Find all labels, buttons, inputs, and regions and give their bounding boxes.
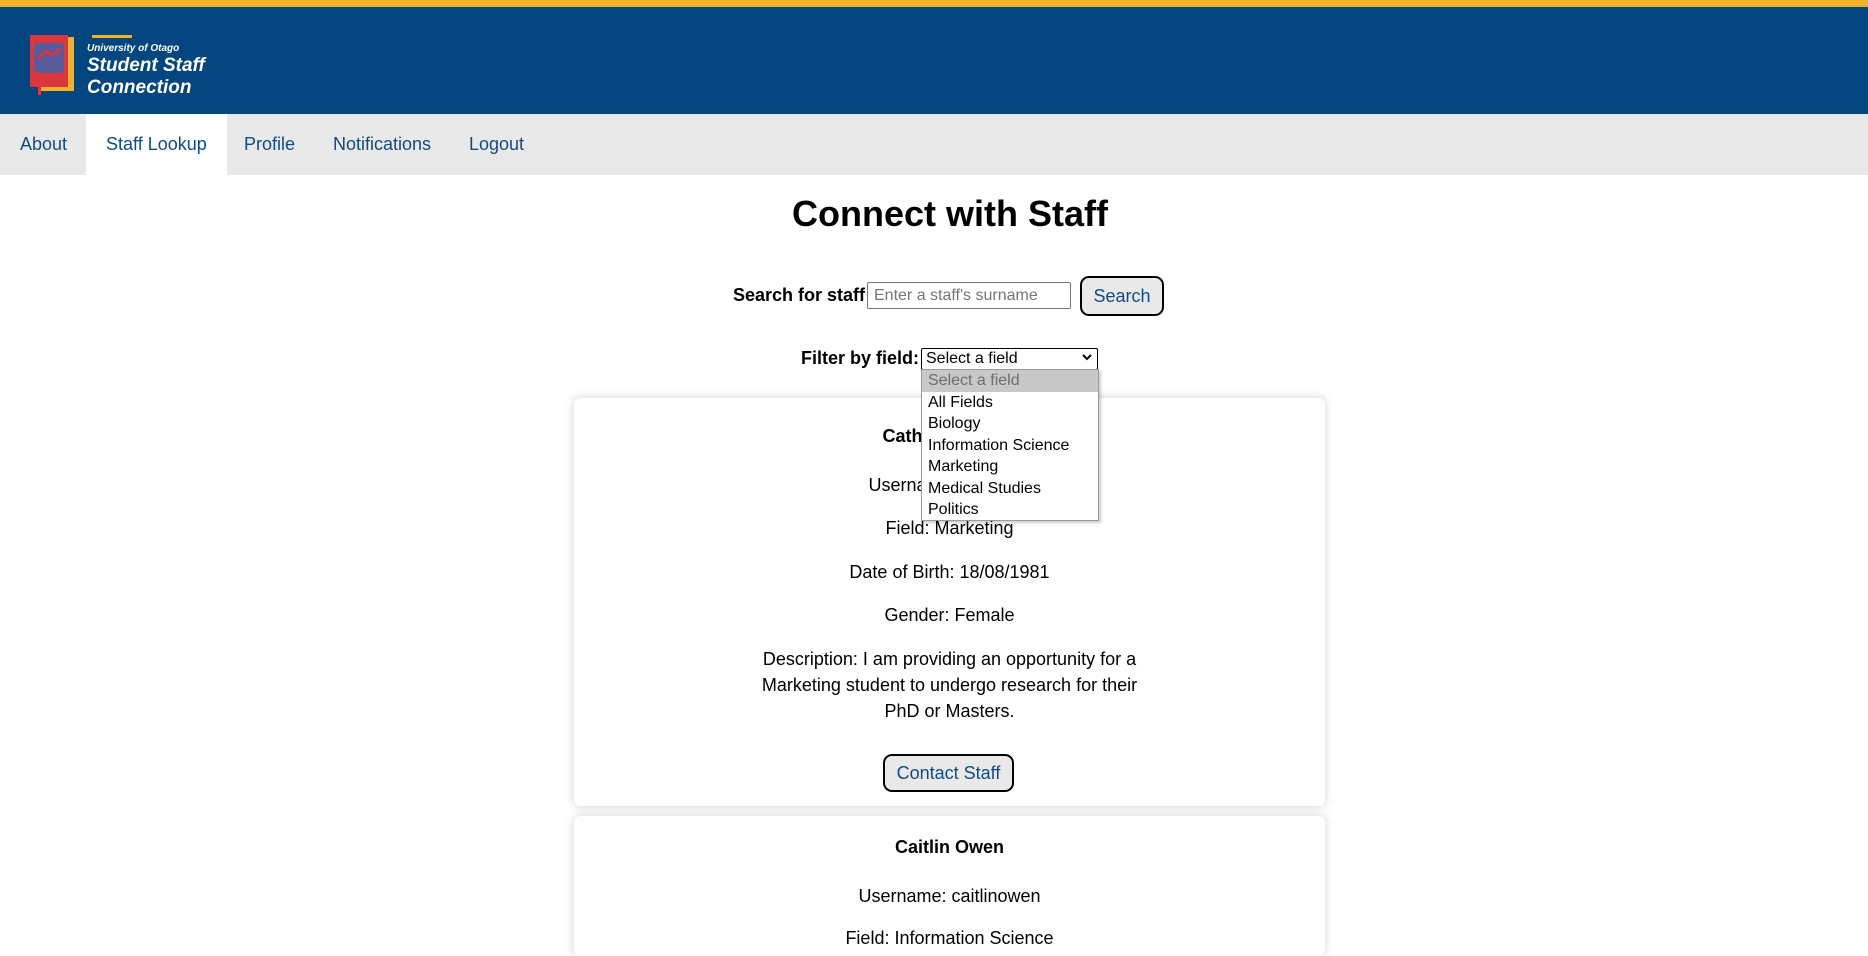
staff-username: Username: caitlinowen <box>858 886 1041 906</box>
logo-accent-bar <box>92 35 132 38</box>
site-header: University of Otago Student Staff Connec… <box>0 7 1868 114</box>
search-button[interactable]: Search <box>1080 276 1164 316</box>
nav-item-notifications[interactable]: Notifications <box>313 114 451 175</box>
staff-card: Caitlin Owen Username: caitlinowen Field… <box>574 816 1325 956</box>
field-filter-select[interactable]: Select a field <box>921 348 1098 370</box>
dropdown-option[interactable]: Select a field <box>922 370 1098 392</box>
app-name: Student Staff Connection <box>87 55 205 99</box>
staff-dob: Date of Birth: 18/08/1981 <box>849 562 1050 582</box>
staff-field: Field: Information Science <box>845 928 1054 948</box>
staff-field: Field: Marketing <box>885 518 1014 538</box>
dropdown-option[interactable]: All Fields <box>922 392 1098 414</box>
search-input[interactable] <box>867 282 1071 309</box>
main-nav: About Staff Lookup Profile Notifications… <box>0 114 1868 175</box>
nav-item-staff-lookup[interactable]: Staff Lookup <box>86 114 227 175</box>
dropdown-option[interactable]: Politics <box>922 499 1098 521</box>
staff-name: Cath <box>882 426 923 446</box>
field-filter-value: Select a field <box>926 350 1018 367</box>
search-label: Search for staff <box>733 285 866 305</box>
page-title: Connect with Staff <box>792 193 1108 234</box>
filter-label: Filter by field: <box>801 348 920 368</box>
dropdown-option[interactable]: Information Science <box>922 435 1098 457</box>
staff-gender: Gender: Female <box>884 605 1015 625</box>
nav-item-about[interactable]: About <box>0 114 87 175</box>
contact-staff-button[interactable]: Contact Staff <box>883 754 1014 792</box>
site-logo[interactable]: University of Otago Student Staff Connec… <box>30 29 210 99</box>
dropdown-option[interactable]: Marketing <box>922 456 1098 478</box>
app-name-line2: Connection <box>87 77 192 98</box>
nav-item-profile[interactable]: Profile <box>224 114 315 175</box>
dropdown-option[interactable]: Medical Studies <box>922 478 1098 500</box>
nav-item-logout[interactable]: Logout <box>449 114 544 175</box>
handshake-logo-icon <box>30 35 74 95</box>
staff-description: Description: I am providing an opportuni… <box>761 649 1138 721</box>
app-name-line1: Student Staff <box>87 55 205 76</box>
staff-username: Userna <box>868 475 927 495</box>
staff-name: Caitlin Owen <box>894 837 1004 857</box>
accent-stripe <box>0 0 1868 7</box>
chevron-down-icon <box>1081 351 1093 366</box>
field-filter-dropdown: Select a field All Fields Biology Inform… <box>921 369 1099 521</box>
university-name: University of Otago <box>87 43 180 54</box>
dropdown-option[interactable]: Biology <box>922 413 1098 435</box>
